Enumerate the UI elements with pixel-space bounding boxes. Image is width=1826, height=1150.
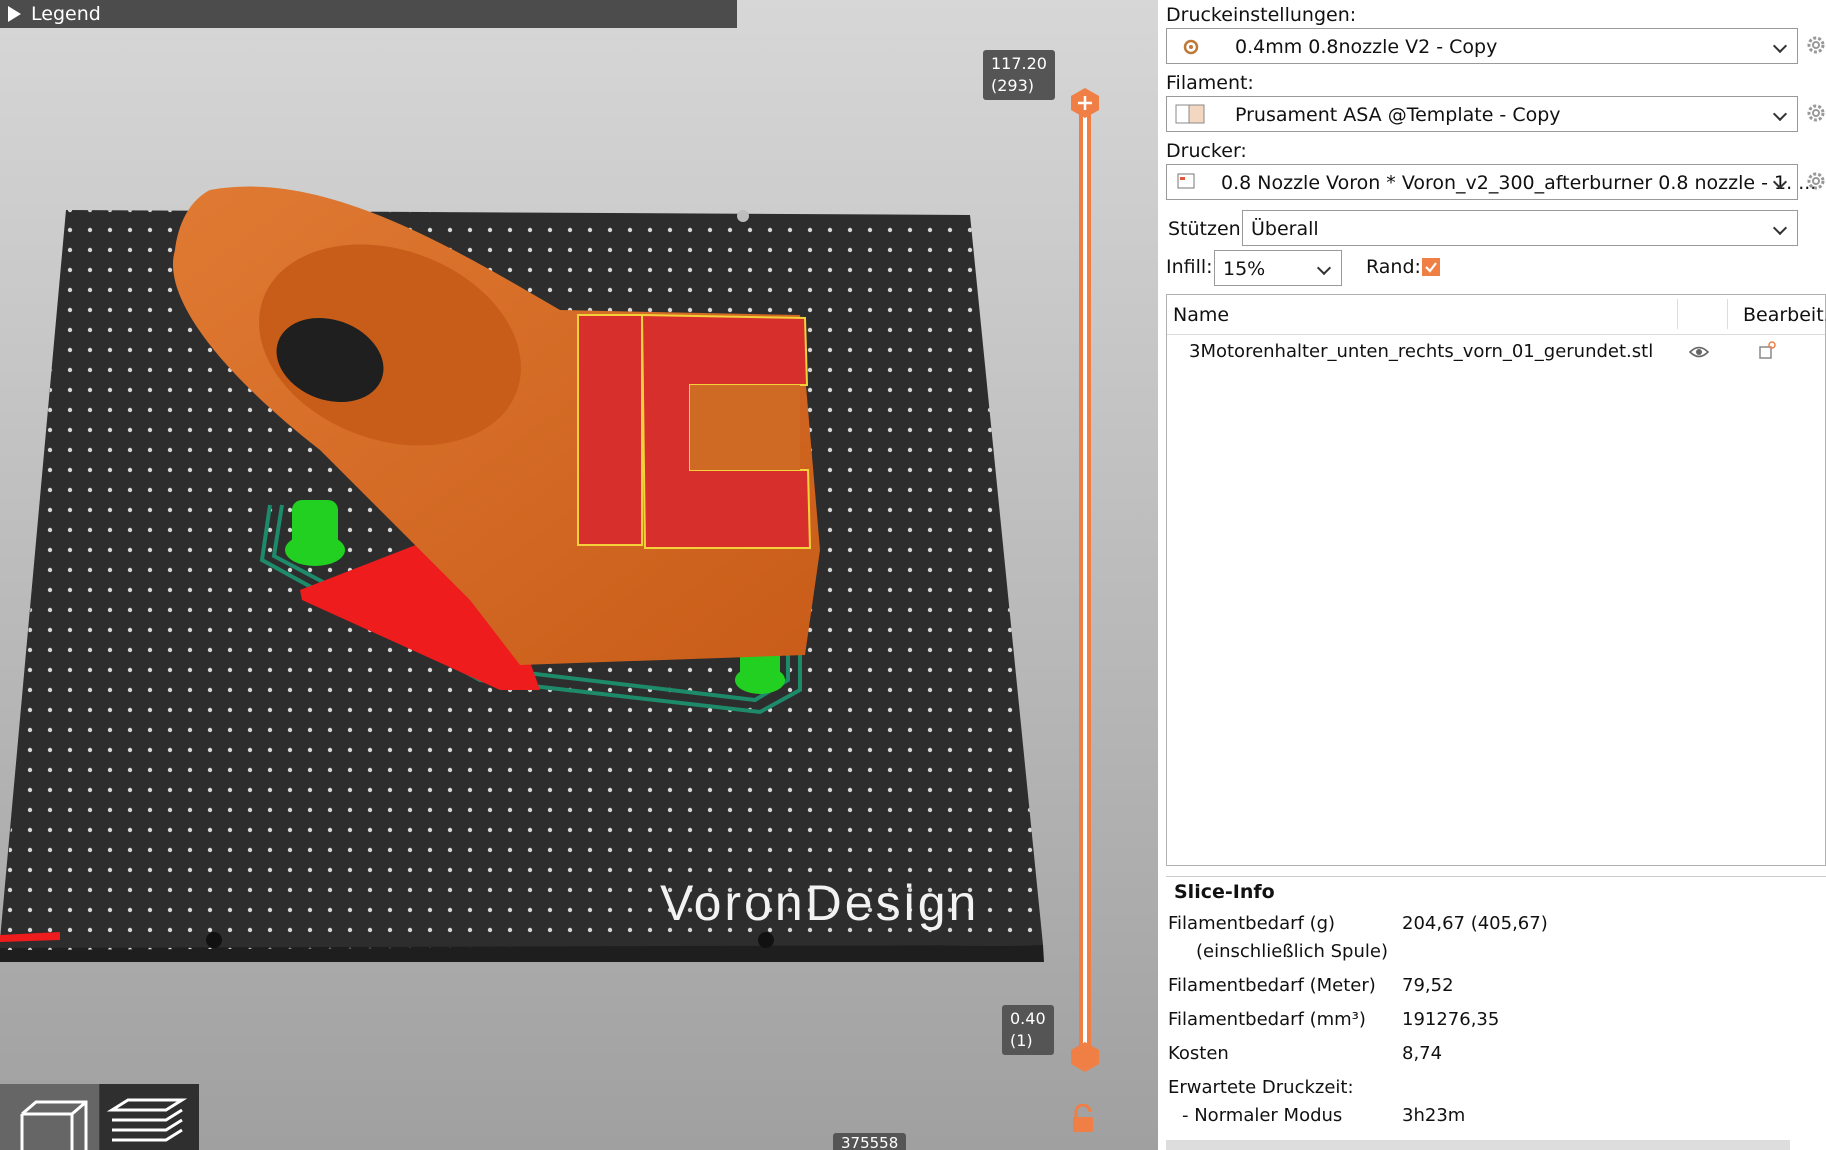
printer-edit-gear-icon[interactable] [1805,170,1826,192]
slice-info-label: Erwartete Druckzeit: [1168,1077,1354,1098]
layer-top-height: 117.20 [991,54,1047,73]
layer-slider[interactable] [1079,102,1091,1058]
object-list-header: Name Bearbeit... [1167,295,1826,335]
printer-value: 0.8 Nozzle Voron * Voron_v2_300_afterbur… [1221,172,1817,194]
slice-info-label: (einschließlich Spule) [1196,941,1388,962]
scene-render: VoronDesign [0,186,1044,962]
layer-top-index: (293) [991,76,1035,95]
infill-label: Infill: [1166,256,1213,278]
filament-label: Filament: [1166,72,1254,94]
filament-edit-gear-icon[interactable] [1805,102,1826,124]
chevron-down-icon [1772,38,1788,54]
slice-info-value: 8,74 [1402,1043,1443,1064]
slice-info-title: Slice-Info [1174,881,1275,903]
slice-info-value: 3h23m [1402,1105,1466,1126]
filament-value: Prusament ASA @Template - Copy [1235,104,1561,126]
print-settings-gear-icon [1183,39,1199,55]
print-settings-edit-gear-icon[interactable] [1805,34,1826,56]
column-header-name[interactable]: Name [1173,304,1229,326]
view-mode-buttons [0,1084,199,1150]
supports-value: Überall [1251,218,1319,240]
slice-info-value: 79,52 [1402,975,1454,996]
3d-viewport[interactable]: VoronDesign Legend 117.20 (293) 0.40 (1)… [0,0,1158,1150]
filament-combo[interactable]: Prusament ASA @Template - Copy [1166,96,1798,132]
column-header-edit[interactable]: Bearbeit... [1743,304,1826,326]
slice-info-label: - Normaler Modus [1182,1105,1343,1126]
printer-combo[interactable]: 0.8 Nozzle Voron * Voron_v2_300_afterbur… [1166,164,1816,200]
object-name: 3Motorenhalter_unten_rechts_vorn_01_geru… [1189,341,1654,362]
eye-icon[interactable] [1689,345,1709,359]
printer-label: Drucker: [1166,140,1247,162]
slice-info: Slice-Info Filamentbedarf (g) 204,67 (40… [1166,876,1826,1136]
layer-bottom-label: 0.40 (1) [1002,1005,1054,1055]
3d-view-button[interactable] [0,1084,99,1150]
layer-bottom-index: (1) [1010,1031,1033,1050]
settings-panel: Druckeinstellungen: 0.4mm 0.8nozzle V2 -… [1158,0,1826,1150]
edit-settings-icon[interactable] [1757,341,1777,361]
print-settings-combo[interactable]: 0.4mm 0.8nozzle V2 - Copy [1166,28,1798,64]
lock-icon[interactable] [1070,1104,1096,1134]
layer-top-label: 117.20 (293) [983,50,1055,100]
move-count: 375558 [833,1133,907,1150]
slice-button-bar[interactable] [1166,1140,1790,1150]
slice-info-value: 191276,35 [1402,1009,1500,1030]
slice-info-label: Filamentbedarf (Meter) [1168,975,1376,996]
legend-label: Legend [31,3,101,25]
print-settings-label: Druckeinstellungen: [1166,4,1357,26]
chevron-down-icon [1772,220,1788,236]
slice-info-value: 204,67 (405,67) [1402,913,1548,934]
layers-icon [106,1098,188,1142]
object-list: Name Bearbeit... 3Motorenhalter_unten_re… [1166,294,1826,866]
layer-bottom-height: 0.40 [1010,1009,1046,1028]
infill-combo[interactable]: 15% [1214,250,1342,286]
chevron-down-icon [1316,260,1332,276]
slice-info-label: Filamentbedarf (g) [1168,913,1336,934]
object-row[interactable]: 3Motorenhalter_unten_rechts_vorn_01_geru… [1167,337,1825,369]
filament-spool-icon [1175,104,1205,124]
legend-toggle[interactable]: Legend [0,0,737,28]
supports-combo[interactable]: Überall [1242,210,1798,246]
chevron-down-icon [1772,106,1788,122]
slice-info-label: Kosten [1168,1043,1229,1064]
slider-top-handle-plus-icon[interactable] [1068,86,1102,120]
slice-info-label: Filamentbedarf (mm³) [1168,1009,1366,1030]
bed-logo: VoronDesign [660,875,979,931]
brim-checkbox[interactable] [1422,258,1440,276]
print-settings-value: 0.4mm 0.8nozzle V2 - Copy [1235,36,1498,58]
slider-bottom-handle[interactable] [1068,1040,1102,1074]
brim-label: Rand: [1366,256,1421,278]
printer-icon [1177,173,1195,189]
expand-triangle-icon [8,6,21,22]
infill-value: 15% [1223,258,1266,280]
preview-layers-button[interactable] [100,1084,199,1150]
cube-icon [20,1100,88,1150]
supports-label: Stützen: [1168,218,1248,240]
